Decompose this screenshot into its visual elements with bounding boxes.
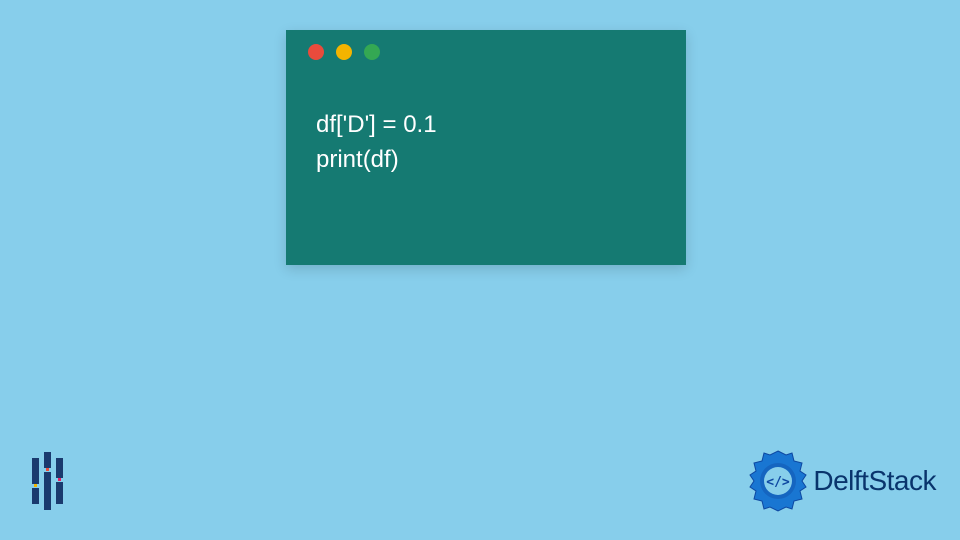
secondary-logo-icon (28, 452, 76, 510)
maximize-dot-icon (364, 44, 380, 60)
brand-logo: </> DelftStack (745, 448, 936, 514)
brand-name: DelftStack (813, 465, 936, 497)
code-window: df['D'] = 0.1 print(df) (286, 30, 686, 265)
close-dot-icon (308, 44, 324, 60)
code-body: df['D'] = 0.1 print(df) (286, 70, 686, 196)
svg-text:</>: </> (767, 475, 791, 490)
code-line-2: print(df) (316, 143, 668, 178)
minimize-dot-icon (336, 44, 352, 60)
code-line-1: df['D'] = 0.1 (316, 108, 668, 143)
window-traffic-lights (286, 30, 686, 70)
brand-badge-icon: </> (745, 448, 811, 514)
